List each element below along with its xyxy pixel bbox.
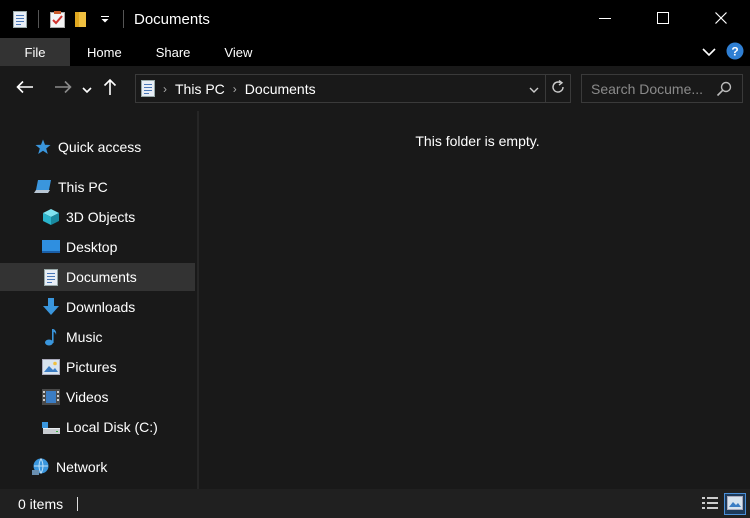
nav-downloads[interactable]: Downloads — [0, 293, 195, 321]
nav-music[interactable]: Music — [0, 323, 195, 351]
computer-icon — [34, 178, 52, 196]
up-arrow-icon — [103, 78, 117, 99]
nav-network[interactable]: Network — [0, 453, 195, 481]
address-bar[interactable]: › This PC › Documents — [135, 74, 571, 103]
large-icons-view-button[interactable] — [724, 493, 746, 515]
search-icon[interactable] — [716, 81, 732, 97]
quick-access-toolbar: Documents — [0, 0, 210, 38]
chevron-right-icon[interactable]: › — [233, 82, 237, 96]
music-note-icon — [42, 328, 60, 346]
details-view-button[interactable] — [699, 493, 721, 515]
nav-label: Videos — [66, 389, 109, 405]
minimize-button[interactable] — [576, 0, 634, 38]
breadcrumb-this-pc[interactable]: This PC — [175, 81, 225, 97]
forward-button[interactable] — [48, 74, 78, 104]
nav-label: Quick access — [58, 139, 142, 155]
large-icons-view-icon — [727, 495, 743, 513]
title-bar: Documents — [0, 0, 750, 38]
up-button[interactable] — [98, 74, 122, 104]
nav-label: Pictures — [66, 359, 117, 375]
nav-label: Documents — [66, 269, 137, 285]
back-button[interactable] — [10, 74, 40, 104]
help-button[interactable]: ? — [724, 41, 746, 63]
new-folder-icon[interactable] — [71, 9, 91, 29]
back-arrow-icon — [16, 80, 34, 97]
properties-icon[interactable] — [47, 9, 67, 29]
nav-pictures[interactable]: Pictures — [0, 353, 195, 381]
recent-locations-button[interactable] — [78, 74, 96, 104]
maximize-icon — [657, 11, 669, 27]
forward-arrow-icon — [54, 80, 72, 97]
nav-quick-access[interactable]: Quick access — [0, 133, 195, 161]
video-icon — [42, 388, 60, 406]
address-history-button[interactable] — [523, 81, 545, 97]
cube-icon — [42, 208, 60, 226]
customize-qat-icon[interactable] — [95, 9, 115, 29]
file-list-area[interactable]: This folder is empty. — [199, 111, 750, 489]
nav-this-pc[interactable]: This PC — [0, 173, 195, 201]
status-bar: 0 items — [0, 489, 750, 518]
chevron-down-icon — [529, 81, 539, 97]
nav-label: Desktop — [66, 239, 118, 255]
chevron-down-icon — [82, 81, 92, 97]
nav-label: Downloads — [66, 299, 136, 315]
document-icon — [141, 80, 155, 97]
nav-documents[interactable]: Documents — [0, 263, 195, 291]
qat-separator — [38, 10, 39, 28]
empty-folder-message: This folder is empty. — [415, 133, 540, 149]
chevron-down-icon — [702, 44, 716, 60]
nav-label: Local Disk (C:) — [66, 419, 158, 435]
nav-3d-objects[interactable]: 3D Objects — [0, 203, 195, 231]
expand-ribbon-button[interactable] — [698, 41, 720, 63]
nav-label: Network — [56, 459, 108, 475]
close-icon — [715, 11, 727, 27]
nav-label: 3D Objects — [66, 209, 136, 225]
search-input[interactable]: Search Docume... — [582, 81, 708, 97]
nav-videos[interactable]: Videos — [0, 383, 195, 411]
drive-icon — [42, 418, 60, 436]
chevron-right-icon[interactable]: › — [163, 82, 167, 96]
nav-desktop[interactable]: Desktop — [0, 233, 195, 261]
download-icon — [42, 298, 60, 316]
star-icon — [34, 138, 52, 156]
network-icon — [32, 458, 50, 476]
minimize-icon — [599, 11, 611, 27]
refresh-button[interactable] — [546, 79, 570, 98]
item-count: 0 items — [18, 495, 64, 512]
tab-file[interactable]: File — [0, 38, 70, 66]
refresh-icon — [550, 79, 566, 98]
desktop-icon — [42, 238, 60, 256]
nav-label: Music — [66, 329, 103, 345]
breadcrumb-documents[interactable]: Documents — [245, 81, 316, 97]
nav-local-disk[interactable]: Local Disk (C:) — [0, 413, 195, 441]
ribbon-tabs: File Home Share View ? — [0, 38, 750, 66]
title-separator — [123, 10, 124, 28]
status-separator — [77, 496, 79, 511]
navigation-pane: Quick access This PC 3D Objects Desktop … — [0, 111, 197, 489]
close-button[interactable] — [692, 0, 750, 38]
document-icon — [10, 9, 30, 29]
window-title: Documents — [134, 10, 210, 28]
svg-text:?: ? — [731, 44, 738, 58]
tab-view[interactable]: View — [207, 38, 269, 66]
help-icon: ? — [726, 42, 744, 63]
details-view-icon — [702, 496, 718, 513]
tab-home[interactable]: Home — [70, 38, 139, 66]
tab-share[interactable]: Share — [139, 38, 208, 66]
picture-icon — [42, 358, 60, 376]
nav-label: This PC — [58, 179, 108, 195]
search-box[interactable]: Search Docume... — [581, 74, 743, 103]
document-icon — [42, 268, 60, 286]
maximize-button[interactable] — [634, 0, 692, 38]
